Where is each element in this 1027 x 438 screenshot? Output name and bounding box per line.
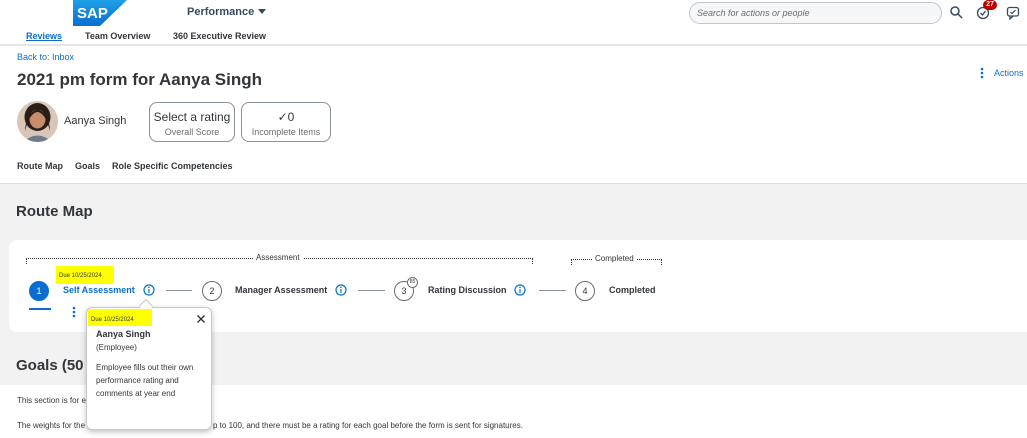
phase-assessment-label: Assessment (253, 253, 303, 262)
popover-due-highlight: Due 10/25/2024 (88, 309, 152, 326)
step-3-info-icon[interactable] (514, 284, 526, 296)
actions-label: Actions (994, 68, 1024, 78)
current-step-indicator (29, 308, 51, 310)
actions-button[interactable]: Actions (980, 67, 1024, 79)
step-1-label[interactable]: Self Assessment (63, 285, 135, 295)
step-2-label[interactable]: Manager Assessment (235, 285, 327, 295)
step-1-info-icon[interactable] (143, 284, 155, 296)
popover-due-date: Due 10/25/2024 (91, 317, 134, 323)
back-link[interactable]: Back to: Inbox (17, 52, 74, 62)
close-icon[interactable] (196, 314, 206, 324)
shell-bar: SAP Performance 27 Reviews Team Overview… (0, 0, 1027, 46)
connector-1-2 (166, 290, 192, 291)
step-due-date: Due 10/25/2024 (59, 273, 102, 279)
notification-count-badge: 27 (983, 0, 997, 10)
search-input[interactable] (690, 3, 941, 23)
caret-down-icon (258, 9, 267, 14)
phase-completed-left-tick (571, 259, 572, 265)
app-title-menu[interactable]: Performance (187, 6, 267, 18)
step-1-more-icon[interactable] (72, 306, 76, 318)
overall-score-card[interactable]: Select a rating Overall Score (149, 102, 235, 142)
section-tab-route-map[interactable]: Route Map (17, 161, 63, 171)
chat-icon[interactable] (1006, 6, 1020, 20)
avatar (17, 101, 58, 142)
incomplete-items-label: Incomplete Items (251, 127, 321, 137)
employee-name: Aanya Singh (64, 115, 127, 127)
step-2-circle[interactable]: 2 (202, 281, 222, 301)
popover-person-role: (Employee) (96, 343, 137, 352)
nav-tab-360-review[interactable]: 360 Executive Review (173, 31, 266, 41)
popover-description: Employee fills out their own performance… (96, 363, 194, 398)
goals-title: Goals (50 (16, 357, 84, 374)
more-vertical-icon (980, 67, 984, 79)
phase-completed-label: Completed (592, 254, 637, 263)
step-due-highlight: Due 10/25/2024 (56, 266, 114, 284)
incomplete-items-value: ✓0 (277, 110, 295, 124)
search-field[interactable] (689, 2, 942, 24)
overall-score-label: Overall Score (164, 127, 220, 137)
app-title: Performance (187, 6, 255, 18)
phase-assessment-right-tick (532, 258, 533, 264)
goals-weights-end: p to 100, and there must be a rating for… (213, 421, 523, 430)
step-4-label[interactable]: Completed (609, 285, 656, 295)
step-1-circle[interactable]: 1 (29, 281, 49, 301)
step-2-info-icon[interactable] (335, 284, 347, 296)
nav-tab-reviews[interactable]: Reviews (26, 31, 62, 41)
section-tab-goals[interactable]: Goals (75, 161, 100, 171)
sap-logo[interactable]: SAP (73, 0, 127, 26)
phase-assessment-left-tick (26, 258, 27, 264)
goals-intro-start: This section is for e (17, 396, 86, 405)
step-4-circle[interactable]: 4 (575, 281, 595, 301)
connector-3-4 (539, 290, 566, 291)
phase-completed-right-tick (661, 259, 662, 265)
incomplete-items-card[interactable]: ✓0 Incomplete Items (241, 102, 331, 142)
step-3-label[interactable]: Rating Discussion (428, 285, 507, 295)
route-map-title: Route Map (16, 203, 93, 220)
sap-logo-text: SAP (77, 5, 108, 22)
page-title: 2021 pm form for Aanya Singh (17, 70, 262, 89)
connector-2-3 (358, 290, 385, 291)
popover-person-name: Aanya Singh (96, 329, 151, 339)
section-tab-competencies[interactable]: Role Specific Competencies (112, 161, 233, 171)
overall-score-value: Select a rating (153, 110, 231, 124)
step-3-sub-badge: 85 (407, 277, 418, 288)
nav-tab-team-overview[interactable]: Team Overview (85, 31, 150, 41)
goals-weights-start: The weights for the (17, 421, 86, 430)
search-icon[interactable] (949, 5, 963, 19)
